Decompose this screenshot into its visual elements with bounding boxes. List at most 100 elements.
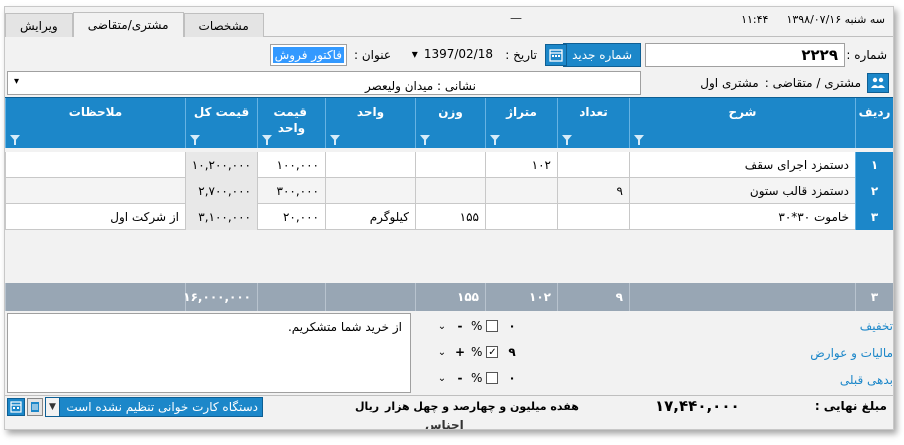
tab-details[interactable]: مشخصات	[183, 13, 264, 37]
cell-unit[interactable]	[325, 152, 415, 178]
filter-icon[interactable]	[262, 135, 272, 145]
address-label: نشانی :	[437, 79, 476, 93]
title-label: عنوان :	[354, 48, 391, 62]
new-number-button[interactable]: شماره جدید	[563, 43, 641, 67]
table-row[interactable]: ۳ خاموت ۳۰*۳۰ ۱۵۵ کیلوگرم ۲۰,۰۰۰ ۳,۱۰۰,۰…	[5, 204, 893, 230]
filter-icon[interactable]	[190, 135, 200, 145]
col-header-total[interactable]: قیمت کل	[185, 98, 257, 148]
items-section-label: اجناس	[425, 418, 464, 430]
clock-date: سه شنبه ۱۳۹۸/۰۷/۱۶	[786, 13, 885, 26]
footer-unit-price	[257, 283, 325, 311]
cell-unit[interactable]	[325, 178, 415, 204]
row-number: ۳	[855, 204, 893, 230]
date-picker[interactable]: ▾ 1397/02/18	[412, 47, 493, 61]
card-reader-icon	[31, 402, 39, 412]
cell-unit-price[interactable]: ۱۰۰,۰۰۰	[257, 152, 325, 178]
footer-row-count: ۳	[855, 283, 893, 311]
col-header-unit[interactable]: واحد	[325, 98, 415, 148]
calculator-button[interactable]	[7, 398, 25, 416]
col-header-row[interactable]: ردیف	[855, 98, 893, 148]
tab-strip: ویرایش مشتری/متقاضی مشخصات	[5, 12, 264, 37]
cell-unit-price[interactable]: ۲۰,۰۰۰	[257, 204, 325, 230]
date-value: 1397/02/18	[423, 47, 493, 61]
cell-desc[interactable]: خاموت ۳۰*۳۰	[629, 204, 855, 230]
discount-value[interactable]: ۰	[508, 319, 515, 333]
header-row: شماره : ۲۲۲۹ شماره جدید تاریخ : ▾ 1397/0…	[5, 43, 893, 69]
items-grid: ردیف شرح تعداد متراژ وزن واحد قیمت واحد …	[5, 97, 893, 283]
cell-weight[interactable]: ۱۵۵	[415, 204, 485, 230]
cell-notes[interactable]	[5, 178, 185, 204]
filter-icon[interactable]	[330, 135, 340, 145]
chevron-down-icon[interactable]: ⌄	[435, 321, 449, 332]
footer-count: ۹	[557, 283, 629, 311]
chevron-down-icon[interactable]: ⌄	[435, 347, 449, 358]
cell-weight[interactable]	[415, 152, 485, 178]
discount-label: تخفیف	[859, 319, 893, 333]
invoice-notes[interactable]: از خرید شما متشکریم.	[7, 313, 411, 393]
discount-control[interactable]: ⌄ - % ۰	[435, 314, 516, 338]
cell-count[interactable]: ۹	[557, 178, 629, 204]
filter-icon[interactable]	[420, 135, 430, 145]
tab-customer[interactable]: مشتری/متقاضی	[72, 12, 184, 37]
cell-unit-price[interactable]: ۳۰۰,۰۰۰	[257, 178, 325, 204]
cell-notes[interactable]	[5, 152, 185, 178]
col-header-notes[interactable]: ملاحظات	[5, 98, 185, 148]
chevron-down-icon[interactable]: ▼	[46, 398, 60, 416]
debt-control[interactable]: ⌄ - % ۰	[435, 366, 516, 390]
top-bar: ویرایش مشتری/متقاضی مشخصات — سه شنبه ۱۳۹…	[5, 7, 893, 37]
card-reader-select[interactable]: دستگاه کارت خوانی تنظیم نشده است ▼	[45, 397, 263, 417]
col-header-desc[interactable]: شرح	[629, 98, 855, 148]
table-row[interactable]: ۲ دستمزد قالب ستون ۹ ۳۰۰,۰۰۰ ۲,۷۰۰,۰۰۰	[5, 178, 893, 204]
filter-icon[interactable]	[634, 135, 644, 145]
discount-checkbox[interactable]	[486, 320, 499, 332]
tax-checkbox[interactable]: ✓	[486, 346, 499, 358]
table-row[interactable]: ۱ دستمزد اجرای سقف ۱۰۲ ۱۰۰,۰۰۰ ۱۰,۲۰۰,۰۰…	[5, 152, 893, 178]
plus-icon[interactable]: +	[453, 345, 467, 359]
cell-desc[interactable]: دستمزد قالب ستون	[629, 178, 855, 204]
chevron-down-icon[interactable]: ⌄	[435, 373, 449, 384]
card-reader-button[interactable]	[27, 398, 43, 416]
address: نشانی : میدان ولیعصر	[365, 79, 476, 93]
cell-meter[interactable]	[485, 204, 557, 230]
minus-icon[interactable]: -	[453, 319, 467, 333]
cell-weight[interactable]	[415, 178, 485, 204]
cell-meter[interactable]: ۱۰۲	[485, 152, 557, 178]
filter-icon[interactable]	[10, 135, 20, 145]
minus-icon[interactable]: -	[453, 371, 467, 385]
debt-checkbox[interactable]	[486, 372, 499, 384]
chevron-down-icon: ▾	[411, 47, 418, 61]
calendar-button[interactable]	[545, 44, 567, 66]
filter-icon[interactable]	[490, 135, 500, 145]
tab-edit[interactable]: ویرایش	[5, 13, 73, 37]
cell-total: ۲,۷۰۰,۰۰۰	[185, 178, 257, 204]
invoice-window: ویرایش مشتری/متقاضی مشخصات — سه شنبه ۱۳۹…	[4, 6, 894, 430]
row-number: ۱	[855, 152, 893, 178]
footer-meter: ۱۰۲	[485, 283, 557, 311]
cell-count[interactable]	[557, 204, 629, 230]
tax-value[interactable]: ۹	[508, 345, 515, 359]
grid-footer: ۳ ۹ ۱۰۲ ۱۵۵ ۱۶,۰۰۰,۰۰۰	[5, 283, 893, 311]
col-header-meter[interactable]: متراژ	[485, 98, 557, 148]
tax-control[interactable]: ⌄ + % ✓ ۹	[435, 340, 516, 364]
amount-in-words: هفده میلیون و چهارصد و چهل هزار	[385, 400, 579, 413]
percent-label: %	[471, 371, 483, 385]
col-header-unit-price[interactable]: قیمت واحد	[257, 98, 325, 148]
cell-meter[interactable]	[485, 178, 557, 204]
clock-time: ۱۱:۴۴	[741, 13, 769, 26]
filter-icon[interactable]	[562, 135, 572, 145]
description-select[interactable]: ▾	[7, 71, 641, 95]
col-header-count[interactable]: تعداد	[557, 98, 629, 148]
debt-value[interactable]: ۰	[508, 371, 515, 385]
cell-notes[interactable]: از شرکت اول	[5, 204, 185, 230]
title-field[interactable]: فاکتور فروش	[269, 44, 347, 66]
calculator-icon	[10, 401, 22, 413]
number-field[interactable]: ۲۲۲۹	[645, 43, 845, 67]
cell-unit[interactable]: کیلوگرم	[325, 204, 415, 230]
col-header-weight[interactable]: وزن	[415, 98, 485, 148]
final-amount: ۱۷,۴۴۰,۰۰۰	[655, 397, 740, 415]
percent-label: %	[471, 319, 483, 333]
cell-count[interactable]	[557, 152, 629, 178]
cell-desc[interactable]: دستمزد اجرای سقف	[629, 152, 855, 178]
minimize-button[interactable]: —	[510, 11, 522, 25]
customer-icon[interactable]	[867, 73, 889, 93]
